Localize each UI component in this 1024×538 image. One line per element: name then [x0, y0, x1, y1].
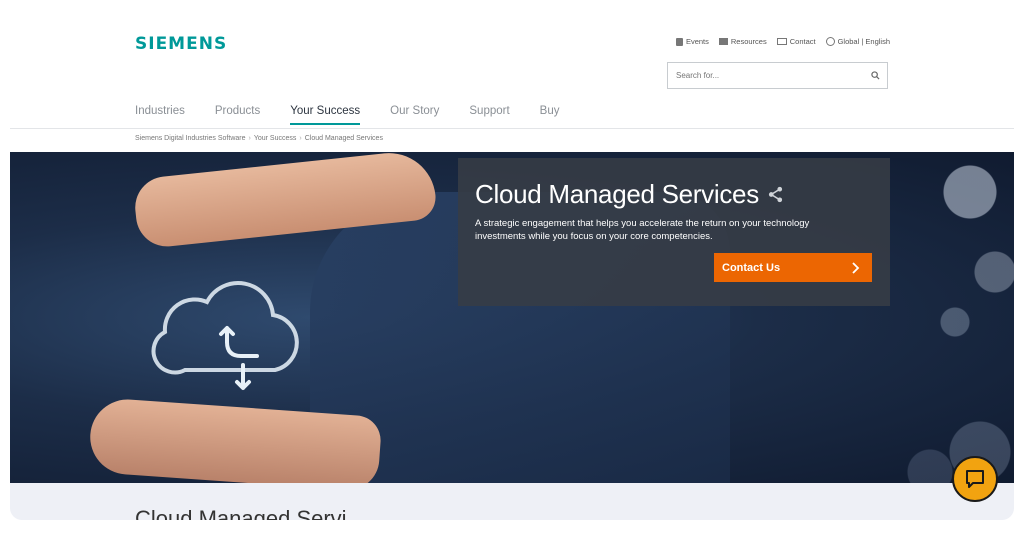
contact-us-label: Contact Us: [722, 261, 781, 274]
nav-support[interactable]: Support: [469, 105, 509, 125]
utility-bar: Events Resources Contact Global | Englis…: [675, 37, 890, 46]
utility-language-label: Global | English: [837, 37, 890, 46]
main-nav: Industries Products Your Success Our Sto…: [135, 105, 559, 125]
search-icon[interactable]: [863, 71, 887, 80]
mail-icon: [776, 38, 787, 45]
chat-icon: [966, 470, 984, 488]
share-icon[interactable]: [767, 186, 784, 203]
nav-our-story[interactable]: Our Story: [390, 105, 439, 125]
utility-contact-label: Contact: [789, 37, 816, 46]
nav-industries[interactable]: Industries: [135, 105, 185, 125]
nav-divider: [10, 128, 1014, 129]
utility-resources-label: Resources: [730, 37, 767, 46]
search-input[interactable]: [668, 71, 863, 80]
utility-events-link[interactable]: Events: [675, 37, 709, 46]
globe-icon: [825, 37, 835, 46]
cloud-sync-icon: [151, 281, 299, 390]
breadcrumb: Siemens Digital Industries Software › Yo…: [135, 135, 383, 142]
utility-events-label: Events: [685, 37, 709, 46]
nav-buy[interactable]: Buy: [540, 105, 560, 125]
hero-title: Cloud Managed Services: [475, 179, 759, 209]
hero-content-panel: Cloud Managed Services A strategic engag…: [458, 158, 890, 306]
breadcrumb-item[interactable]: Your Success: [254, 135, 297, 142]
breadcrumb-separator: ›: [299, 135, 302, 142]
breadcrumb-current: Cloud Managed Services: [304, 135, 383, 142]
calendar-icon: [675, 37, 683, 46]
hero-description: A strategic engagement that helps you ac…: [475, 218, 810, 242]
hero-title-row: Cloud Managed Services: [475, 179, 784, 210]
content-section: Cloud Managed Servi: [10, 483, 1014, 520]
utility-resources-link[interactable]: Resources: [718, 37, 767, 46]
chevron-right-icon: [852, 261, 860, 274]
breadcrumb-separator: ›: [248, 135, 251, 142]
search-box: [667, 62, 888, 89]
nav-products[interactable]: Products: [215, 105, 260, 125]
section-heading: Cloud Managed Servi: [135, 506, 347, 520]
chat-button[interactable]: [952, 456, 998, 502]
utility-language-link[interactable]: Global | English: [825, 37, 890, 46]
contact-us-button[interactable]: Contact Us: [714, 253, 872, 282]
nav-your-success[interactable]: Your Success: [290, 105, 361, 125]
breadcrumb-item[interactable]: Siemens Digital Industries Software: [135, 135, 246, 142]
page-frame: SIEMENS Events Resources Contact Global …: [10, 0, 1014, 520]
utility-contact-link[interactable]: Contact: [776, 37, 816, 46]
document-icon: [718, 38, 728, 45]
siemens-logo[interactable]: SIEMENS: [135, 34, 227, 54]
